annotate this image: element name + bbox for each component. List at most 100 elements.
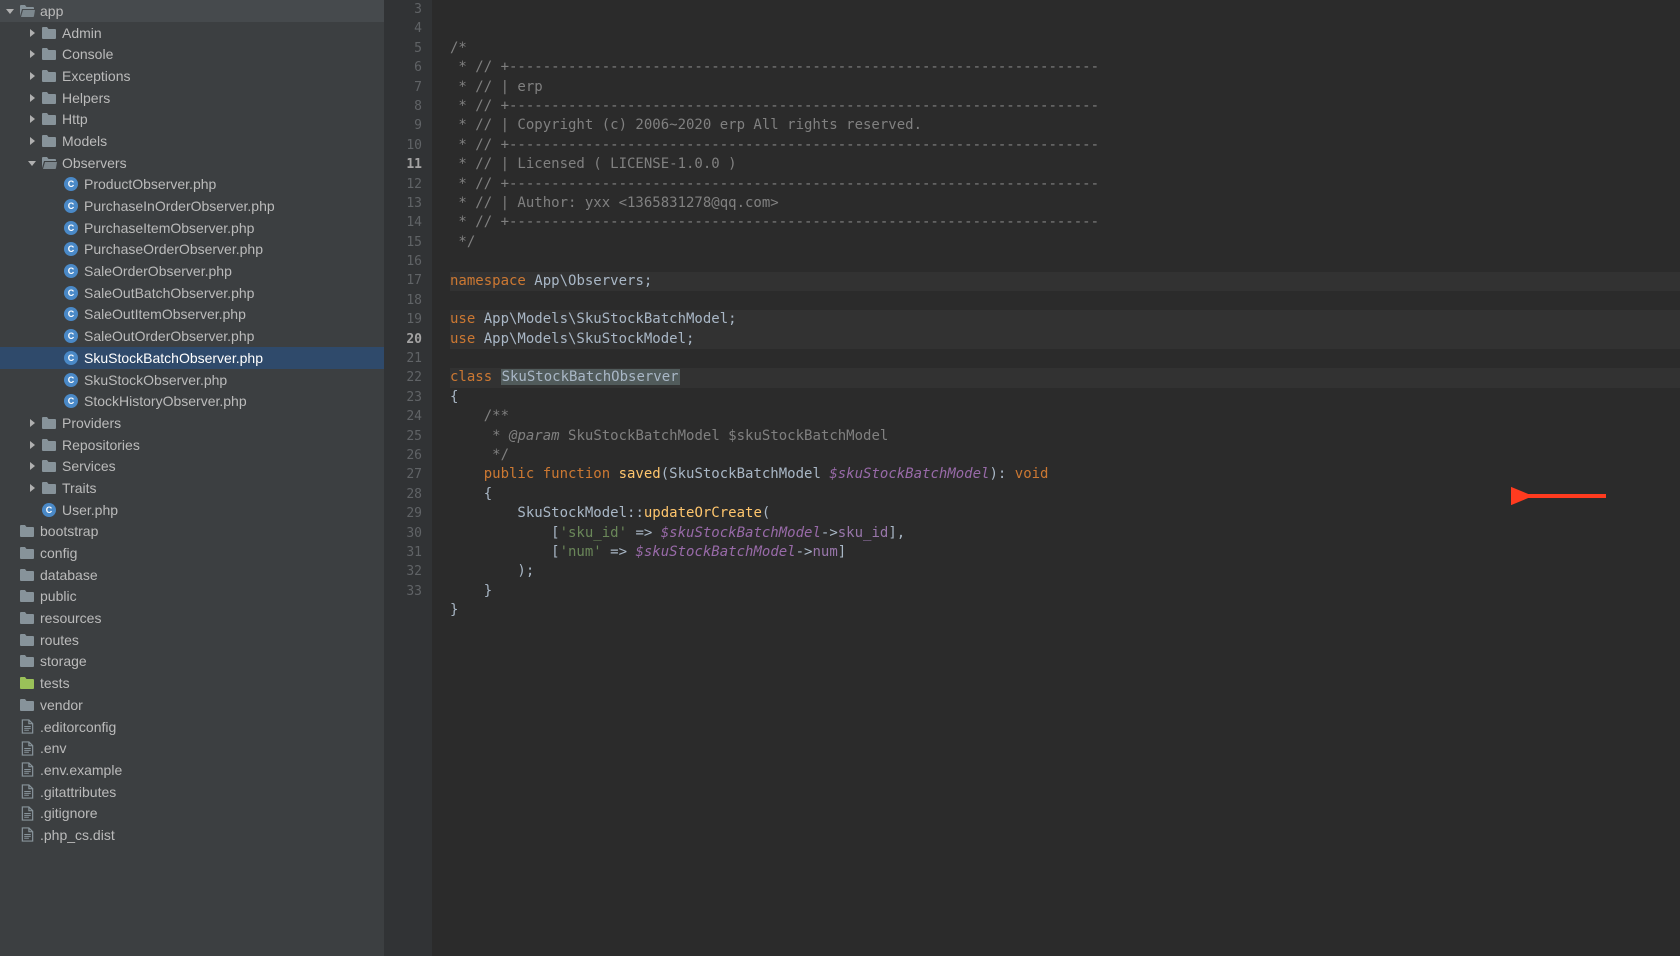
chevron-right-icon[interactable]: [26, 417, 38, 429]
code-line[interactable]: ['num' => $skuStockBatchModel->num]: [450, 543, 1680, 562]
code-line[interactable]: ['sku_id' => $skuStockBatchModel->sku_id…: [450, 524, 1680, 543]
code-line[interactable]: * // +----------------------------------…: [450, 175, 1680, 194]
folder-icon: [41, 415, 57, 431]
chevron-down-icon[interactable]: [26, 157, 38, 169]
tree-item-purchaseorderobserver-php[interactable]: CPurchaseOrderObserver.php: [0, 239, 384, 261]
tree-item--gitattributes[interactable]: .gitattributes: [0, 781, 384, 803]
chevron-right-icon[interactable]: [26, 113, 38, 125]
tree-item-console[interactable]: Console: [0, 43, 384, 65]
tree-item-public[interactable]: public: [0, 586, 384, 608]
chevron-right-icon[interactable]: [26, 92, 38, 104]
code-line[interactable]: * // | Licensed ( LICENSE-1.0.0 ): [450, 155, 1680, 174]
chevron-right-icon[interactable]: [26, 135, 38, 147]
code-line[interactable]: SkuStockModel::updateOrCreate(: [450, 504, 1680, 523]
code-line[interactable]: }: [450, 582, 1680, 601]
code-line[interactable]: use App\Models\SkuStockBatchModel;: [450, 310, 1680, 329]
tree-item-saleoutitemobserver-php[interactable]: CSaleOutItemObserver.php: [0, 304, 384, 326]
code-line[interactable]: * // | Copyright (c) 2006~2020 erp All r…: [450, 116, 1680, 135]
chevron-right-icon[interactable]: [26, 70, 38, 82]
code-line[interactable]: {: [450, 485, 1680, 504]
code-line[interactable]: [450, 621, 1680, 640]
tree-item-providers[interactable]: Providers: [0, 412, 384, 434]
tree-item-saleorderobserver-php[interactable]: CSaleOrderObserver.php: [0, 260, 384, 282]
tree-item--env-example[interactable]: .env.example: [0, 759, 384, 781]
tree-item-database[interactable]: database: [0, 564, 384, 586]
code-line[interactable]: * @param SkuStockBatchModel $skuStockBat…: [450, 427, 1680, 446]
tree-item-resources[interactable]: resources: [0, 607, 384, 629]
tree-item-bootstrap[interactable]: bootstrap: [0, 521, 384, 543]
tree-item-exceptions[interactable]: Exceptions: [0, 65, 384, 87]
code-area[interactable]: /* * // +-------------------------------…: [432, 0, 1680, 956]
code-line[interactable]: /*: [450, 39, 1680, 58]
code-line[interactable]: [450, 291, 1680, 310]
tree-item-purchaseitemobserver-php[interactable]: CPurchaseItemObserver.php: [0, 217, 384, 239]
code-line[interactable]: [450, 349, 1680, 368]
code-line[interactable]: */: [450, 233, 1680, 252]
tree-item-saleoutorderobserver-php[interactable]: CSaleOutOrderObserver.php: [0, 325, 384, 347]
tree-item-helpers[interactable]: Helpers: [0, 87, 384, 109]
tree-item-skustockbatchobserver-php[interactable]: CSkuStockBatchObserver.php: [0, 347, 384, 369]
code-line[interactable]: class SkuStockBatchObserver: [450, 368, 1680, 387]
code-line[interactable]: }: [450, 601, 1680, 620]
chevron-right-icon[interactable]: [26, 439, 38, 451]
tree-item-storage[interactable]: storage: [0, 651, 384, 673]
tree-item-admin[interactable]: Admin: [0, 22, 384, 44]
chevron-right-icon[interactable]: [26, 48, 38, 60]
tree-item-label: SaleOutOrderObserver.php: [84, 328, 254, 344]
code-line[interactable]: * // | erp: [450, 78, 1680, 97]
tree-item-vendor[interactable]: vendor: [0, 694, 384, 716]
tree-item--php_cs-dist[interactable]: .php_cs.dist: [0, 824, 384, 846]
chevron-down-icon[interactable]: [4, 5, 16, 17]
code-line[interactable]: * // | Author: yxx <1365831278@qq.com>: [450, 194, 1680, 213]
code-line[interactable]: [450, 252, 1680, 271]
tree-item-config[interactable]: config: [0, 542, 384, 564]
tree-item-label: routes: [40, 632, 79, 648]
tree-item-label: Observers: [62, 155, 127, 171]
line-number: 24: [384, 407, 422, 426]
tree-item--editorconfig[interactable]: .editorconfig: [0, 716, 384, 738]
code-line[interactable]: * // +----------------------------------…: [450, 58, 1680, 77]
code-line[interactable]: * // +----------------------------------…: [450, 97, 1680, 116]
tree-item-label: resources: [40, 610, 101, 626]
tree-item-routes[interactable]: routes: [0, 629, 384, 651]
tree-item--env[interactable]: .env: [0, 737, 384, 759]
tree-item-observers[interactable]: Observers: [0, 152, 384, 174]
code-line[interactable]: namespace App\Observers;: [450, 272, 1680, 291]
chevron-right-icon[interactable]: [26, 27, 38, 39]
tree-item-models[interactable]: Models: [0, 130, 384, 152]
code-line[interactable]: );: [450, 562, 1680, 581]
tree-item--gitignore[interactable]: .gitignore: [0, 802, 384, 824]
code-line[interactable]: * // +----------------------------------…: [450, 136, 1680, 155]
code-line[interactable]: {: [450, 388, 1680, 407]
code-line[interactable]: public function saved(SkuStockBatchModel…: [450, 465, 1680, 484]
tree-item-services[interactable]: Services: [0, 455, 384, 477]
chevron-right-icon[interactable]: [26, 460, 38, 472]
tree-item-tests[interactable]: tests: [0, 672, 384, 694]
tree-item-label: Repositories: [62, 437, 140, 453]
code-token: }: [450, 583, 492, 599]
project-tree[interactable]: appAdminConsoleExceptionsHelpersHttpMode…: [0, 0, 384, 956]
code-token: * // | Licensed ( LICENSE-1.0.0 ): [450, 156, 737, 172]
line-number: 10: [384, 136, 422, 155]
tree-item-label: public: [40, 588, 77, 604]
tree-item-saleoutbatchobserver-php[interactable]: CSaleOutBatchObserver.php: [0, 282, 384, 304]
code-line[interactable]: */: [450, 446, 1680, 465]
chevron-right-icon[interactable]: [26, 482, 38, 494]
code-editor[interactable]: 3456789101112131415161718192021222324252…: [384, 0, 1680, 956]
tree-item-repositories[interactable]: Repositories: [0, 434, 384, 456]
tree-item-app[interactable]: app: [0, 0, 384, 22]
code-token: /*: [450, 40, 467, 56]
code-line[interactable]: use App\Models\SkuStockModel;: [450, 330, 1680, 349]
tree-item-purchaseinorderobserver-php[interactable]: CPurchaseInOrderObserver.php: [0, 195, 384, 217]
tree-item-productobserver-php[interactable]: CProductObserver.php: [0, 174, 384, 196]
tree-item-stockhistoryobserver-php[interactable]: CStockHistoryObserver.php: [0, 390, 384, 412]
code-line[interactable]: /**: [450, 407, 1680, 426]
line-number: 29: [384, 504, 422, 523]
tree-item-traits[interactable]: Traits: [0, 477, 384, 499]
tree-item-user-php[interactable]: CUser.php: [0, 499, 384, 521]
code-line[interactable]: * // +----------------------------------…: [450, 213, 1680, 232]
tree-item-skustockobserver-php[interactable]: CSkuStockObserver.php: [0, 369, 384, 391]
folder-icon: [19, 610, 35, 626]
tree-item-http[interactable]: Http: [0, 108, 384, 130]
code-token: App\Models\SkuStockBatchModel;: [484, 311, 737, 327]
